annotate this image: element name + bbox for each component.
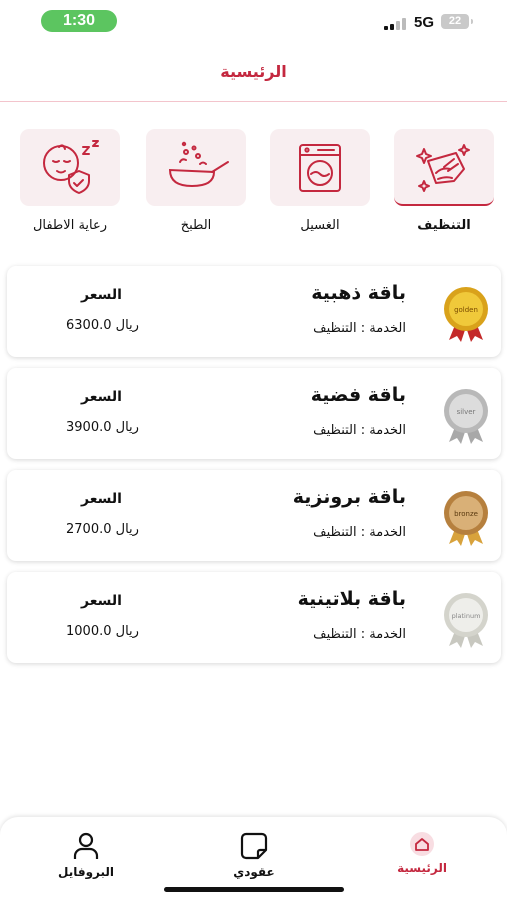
category-washing[interactable]: الغسيل <box>268 129 372 233</box>
package-name: باقة فضية <box>310 384 406 406</box>
category-cooking-label: الطبخ <box>180 218 212 233</box>
silver-medal-icon: silver <box>444 389 488 444</box>
package-service: الخدمة : التنظيف <box>313 423 406 438</box>
package-name: باقة ذهبية <box>311 282 406 304</box>
category-baby-care-tile[interactable] <box>20 129 120 206</box>
nav-contracts[interactable]: عقودي <box>204 831 304 879</box>
status-bar: 1:30 5G 22 <box>0 0 507 44</box>
package-card-platinum[interactable]: platinum باقة بلاتينية الخدمة : التنظيف … <box>7 572 501 663</box>
battery-icon: 22 <box>441 14 473 29</box>
package-name: باقة بلاتينية <box>297 588 406 610</box>
baby-care-icon <box>43 139 99 194</box>
category-cooking-tile[interactable] <box>146 129 246 206</box>
price-label: السعر <box>81 389 122 405</box>
category-cleaning-tile[interactable] <box>394 129 494 206</box>
silver-medal-text: silver <box>457 408 476 416</box>
package-service: الخدمة : التنظيف <box>313 321 406 336</box>
category-washing-label: الغسيل <box>300 218 340 233</box>
home-indicator <box>164 887 344 892</box>
cooking-pan-icon <box>168 141 229 187</box>
package-service: الخدمة : التنظيف <box>313 525 406 540</box>
package-card-silver[interactable]: silver باقة فضية الخدمة : التنظيف السعر … <box>7 368 501 459</box>
nav-home[interactable]: الرئيسية <box>372 831 472 875</box>
home-icon <box>410 832 434 856</box>
nav-contracts-label: عقودي <box>233 865 275 879</box>
header: الرئيسية <box>0 44 507 102</box>
golden-medal-icon: golden <box>444 287 488 342</box>
platinum-medal-icon: platinum <box>444 593 488 648</box>
golden-medal-text: golden <box>454 306 478 314</box>
price-label: السعر <box>81 491 122 507</box>
nav-profile[interactable]: البروفايل <box>36 831 136 879</box>
nav-home-label: الرئيسية <box>397 861 447 875</box>
package-price: 3900.0 ريال <box>66 420 139 435</box>
package-price: 1000.0 ريال <box>66 624 139 639</box>
bronze-medal-icon: bronze <box>444 491 488 546</box>
cleaning-icon <box>416 143 470 192</box>
category-cooking[interactable]: الطبخ <box>144 129 248 233</box>
washing-machine-icon <box>299 143 341 192</box>
profile-icon <box>73 832 99 859</box>
signal-icon <box>384 18 408 30</box>
package-service: الخدمة : التنظيف <box>313 627 406 642</box>
network-type: 5G <box>414 14 435 31</box>
bronze-medal-text: bronze <box>454 510 478 518</box>
price-label: السعر <box>81 593 122 609</box>
category-washing-tile[interactable] <box>270 129 370 206</box>
package-price: 6300.0 ريال <box>66 318 139 333</box>
package-name: باقة برونزية <box>292 486 406 508</box>
contracts-icon <box>240 832 268 860</box>
category-cleaning[interactable]: التنظيف <box>392 129 496 233</box>
page-title: الرئيسية <box>220 62 287 81</box>
package-price: 2700.0 ريال <box>66 522 139 537</box>
platinum-medal-text: platinum <box>452 612 481 620</box>
category-baby-care[interactable]: رعاية الاطفال <box>18 129 122 233</box>
status-time: 1:30 <box>41 10 117 32</box>
category-list: التنظيف الغسيل الطبخ رعاية الاطفال <box>0 129 507 239</box>
nav-profile-label: البروفايل <box>57 865 115 879</box>
package-card-golden[interactable]: golden باقة ذهبية الخدمة : التنظيف السعر… <box>7 266 501 357</box>
category-baby-care-label: رعاية الاطفال <box>32 218 108 233</box>
package-card-bronze[interactable]: bronze باقة برونزية الخدمة : التنظيف الس… <box>7 470 501 561</box>
price-label: السعر <box>81 287 122 303</box>
category-cleaning-label: التنظيف <box>417 218 471 233</box>
